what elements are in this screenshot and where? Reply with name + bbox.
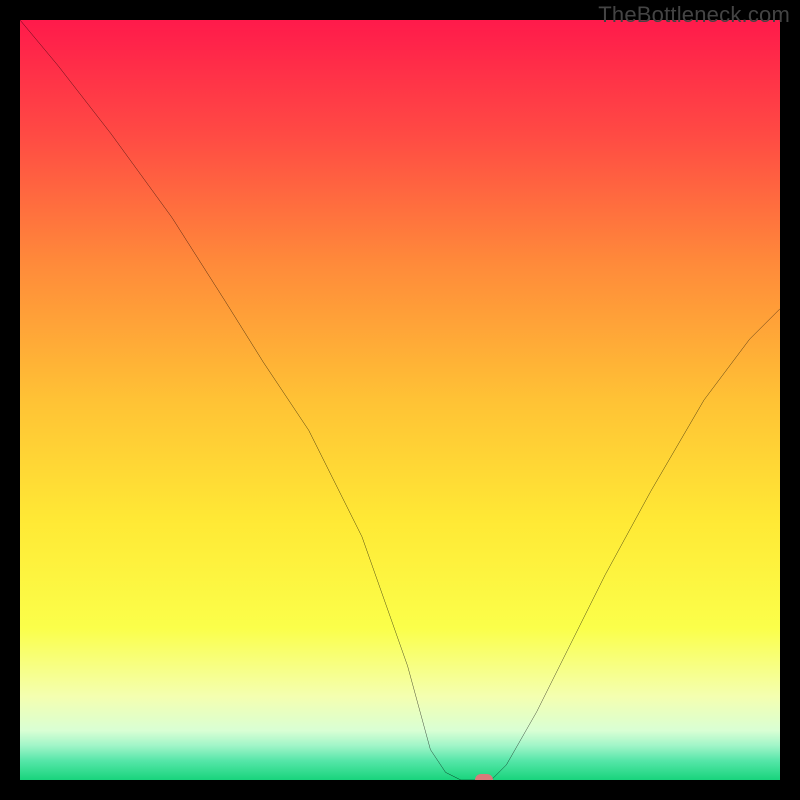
chart-container: TheBottleneck.com bbox=[0, 0, 800, 800]
watermark-label: TheBottleneck.com bbox=[598, 2, 790, 28]
optimum-marker bbox=[475, 774, 493, 780]
plot-area bbox=[20, 20, 780, 780]
bottleneck-curve bbox=[20, 20, 780, 780]
curve-path bbox=[20, 20, 780, 780]
